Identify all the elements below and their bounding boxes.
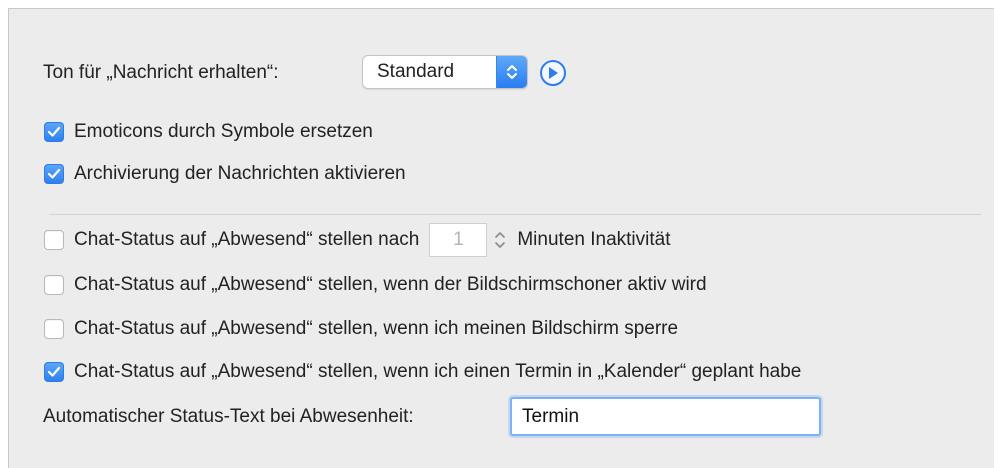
sound-select-value: Standard	[377, 61, 455, 82]
away-lock-option[interactable]: Chat-Status auf „Abwesend“ stellen, wenn…	[44, 318, 678, 340]
emoticons-checkbox[interactable]	[44, 122, 64, 142]
status-text-input[interactable]: Termin	[510, 397, 821, 436]
chevron-up-down-icon	[496, 56, 527, 88]
away-screensaver-option[interactable]: Chat-Status auf „Abwesend“ stellen, wenn…	[44, 274, 707, 296]
inactivity-minutes-field[interactable]: 1	[429, 223, 488, 257]
sound-row: Ton für „Nachricht erhalten“:	[43, 62, 279, 84]
archive-label: Archivierung der Nachrichten aktivieren	[74, 163, 406, 184]
away-inactivity-label-suffix: Minuten Inaktivität	[517, 229, 671, 250]
away-lock-label: Chat-Status auf „Abwesend“ stellen, wenn…	[74, 318, 679, 339]
away-inactivity-option[interactable]: Chat-Status auf „Abwesend“ stellen nach …	[44, 223, 671, 257]
sound-select[interactable]: Standard	[362, 55, 528, 89]
archive-checkbox[interactable]	[44, 164, 64, 184]
away-screensaver-label: Chat-Status auf „Abwesend“ stellen, wenn…	[74, 274, 707, 295]
checkmark-icon	[47, 168, 61, 179]
emoticons-label: Emoticons durch Symbole ersetzen	[74, 121, 373, 142]
checkmark-icon	[47, 366, 61, 377]
sound-label: Ton für „Nachricht erhalten“:	[43, 62, 279, 83]
checkmark-icon	[47, 126, 61, 137]
away-lock-checkbox[interactable]	[44, 319, 64, 339]
stepper-icon[interactable]	[491, 223, 509, 257]
section-divider	[49, 214, 981, 215]
status-text-label: Automatischer Status-Text bei Abwesenhei…	[43, 406, 414, 427]
status-text-row: Automatischer Status-Text bei Abwesenhei…	[43, 406, 414, 428]
away-calendar-label: Chat-Status auf „Abwesend“ stellen, wenn…	[74, 361, 802, 382]
play-sound-button[interactable]	[540, 60, 566, 86]
away-calendar-checkbox[interactable]	[44, 362, 64, 382]
away-calendar-option[interactable]: Chat-Status auf „Abwesend“ stellen, wenn…	[44, 361, 801, 383]
away-inactivity-label-prefix: Chat-Status auf „Abwesend“ stellen nach	[74, 229, 420, 250]
away-screensaver-checkbox[interactable]	[44, 275, 64, 295]
emoticons-option[interactable]: Emoticons durch Symbole ersetzen	[44, 121, 373, 143]
play-icon	[548, 67, 558, 79]
away-inactivity-checkbox[interactable]	[44, 230, 64, 250]
preferences-panel: Ton für „Nachricht erhalten“: Standard E…	[8, 8, 994, 468]
archive-option[interactable]: Archivierung der Nachrichten aktivieren	[44, 163, 406, 185]
